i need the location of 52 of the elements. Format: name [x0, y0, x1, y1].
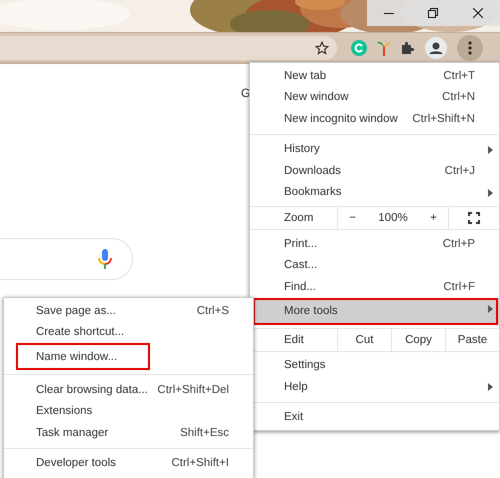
zoom-in-button[interactable]: +: [430, 212, 437, 224]
zoom-label: Zoom: [283, 211, 314, 226]
menu-item[interactable]: Create shortcut...: [4, 322, 253, 343]
menu-item[interactable]: Find... Ctrl+F: [250, 276, 499, 298]
menu-item[interactable]: Extensions: [4, 400, 253, 422]
submenu-arrow-icon: [488, 383, 493, 391]
submenu-arrow-icon: [488, 188, 493, 196]
puzzle-icon[interactable]: [401, 40, 415, 54]
close-icon: [472, 8, 483, 18]
edit-action-button[interactable]: Paste: [445, 328, 499, 350]
menu-item[interactable]: Task manager Shift+Esc: [4, 422, 253, 444]
avatar-icon[interactable]: [425, 36, 447, 58]
shortcut-label: Ctrl+J: [444, 164, 475, 177]
menu-item[interactable]: Name window...: [4, 343, 253, 370]
menu-button[interactable]: [457, 34, 483, 60]
shortcut-label: Ctrl+N: [442, 91, 475, 104]
edit-label: Edit: [283, 332, 305, 348]
menu-item[interactable]: Exit: [250, 406, 499, 428]
menu-item[interactable]: History: [250, 138, 499, 160]
menu-item[interactable]: Save page as... Ctrl+S: [4, 300, 253, 322]
menu-icon: [468, 40, 472, 54]
menu-item[interactable]: Settings: [250, 354, 499, 376]
microphone-icon[interactable]: [98, 249, 112, 269]
menu-item[interactable]: Help: [250, 376, 499, 398]
shortcut-label: Shift+Esc: [180, 426, 229, 439]
zoom-out-button[interactable]: −: [349, 212, 356, 224]
menu-item[interactable]: Bookmarks: [250, 182, 499, 203]
restore-icon: [428, 8, 438, 18]
menu-item[interactable]: Developer tools Ctrl+Shift+I: [4, 452, 253, 474]
shortcut-label: Ctrl+Shift+Del: [157, 384, 229, 396]
zoom-level: 100%: [378, 212, 408, 224]
menu-item[interactable]: Cast...: [250, 254, 499, 276]
fullscreen-button[interactable]: [468, 212, 480, 224]
search-field[interactable]: [0, 238, 133, 280]
menu-item[interactable]: New window Ctrl+N: [250, 86, 499, 108]
menu-item[interactable]: Downloads Ctrl+J: [250, 160, 499, 182]
menu-item[interactable]: Clear browsing data... Ctrl+Shift+Del: [4, 379, 253, 400]
menu-item[interactable]: Print... Ctrl+P: [250, 233, 499, 254]
plant-icon[interactable]: [377, 40, 391, 56]
shortcut-label: Ctrl+Shift+I: [171, 457, 229, 470]
menu-item[interactable]: New incognito window Ctrl+Shift+N: [250, 108, 499, 130]
menu-item[interactable]: New tab Ctrl+T: [250, 65, 499, 86]
submenu-arrow-icon: [488, 146, 493, 154]
star-icon[interactable]: [315, 40, 329, 54]
shortcut-label: Ctrl+F: [443, 280, 475, 293]
submenu-arrow-icon: [488, 304, 493, 312]
edit-action-button[interactable]: Copy: [391, 328, 445, 350]
shortcut-label: Ctrl+S: [196, 304, 229, 317]
shortcut-label: Ctrl+P: [442, 238, 475, 250]
shortcut-label: Ctrl+T: [443, 70, 475, 82]
edit-action-button[interactable]: Cut: [337, 328, 391, 350]
shortcut-label: Ctrl+Shift+N: [412, 112, 475, 125]
